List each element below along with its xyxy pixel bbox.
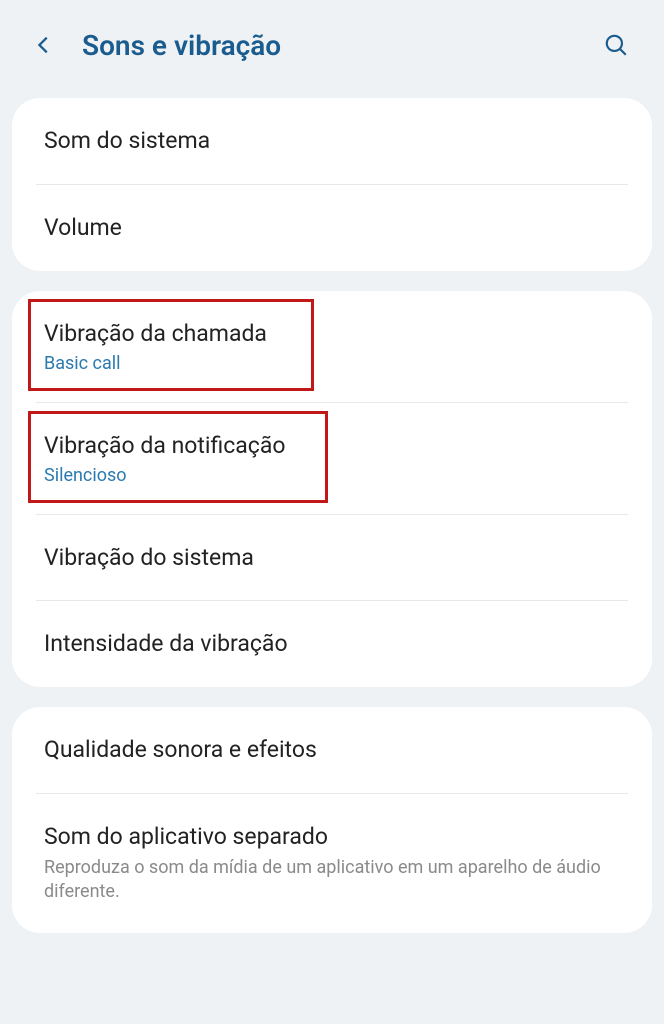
settings-group-system-sound: Som do sistema Volume <box>12 98 652 271</box>
item-title: Vibração da notificação <box>44 431 620 461</box>
settings-group-audio: Qualidade sonora e efeitos Som do aplica… <box>12 707 652 932</box>
item-subtitle: Silencioso <box>44 465 620 486</box>
item-system-sound[interactable]: Som do sistema <box>12 98 652 184</box>
item-call-vibration[interactable]: Vibração da chamada Basic call <box>12 291 652 402</box>
item-vibration-intensity[interactable]: Intensidade da vibração <box>12 601 652 687</box>
item-volume[interactable]: Volume <box>12 185 652 271</box>
page-title: Sons e vibração <box>82 29 598 62</box>
item-title: Volume <box>44 213 620 243</box>
item-notification-vibration[interactable]: Vibração da notificação Silencioso <box>12 403 652 514</box>
item-title: Som do aplicativo separado <box>44 822 620 852</box>
item-system-vibration[interactable]: Vibração do sistema <box>12 515 652 601</box>
item-separate-app-sound[interactable]: Som do aplicativo separado Reproduza o s… <box>12 794 652 932</box>
item-subtitle: Basic call <box>44 353 620 374</box>
item-title: Vibração do sistema <box>44 543 620 573</box>
back-button[interactable] <box>28 29 60 61</box>
item-sound-quality[interactable]: Qualidade sonora e efeitos <box>12 707 652 793</box>
chevron-left-icon <box>33 34 55 56</box>
item-title: Intensidade da vibração <box>44 629 620 659</box>
item-description: Reproduza o som da mídia de um aplicativ… <box>44 856 620 905</box>
search-button[interactable] <box>598 27 634 63</box>
header: Sons e vibração <box>0 0 664 90</box>
settings-group-vibration: Vibração da chamada Basic call Vibração … <box>12 291 652 688</box>
item-title: Qualidade sonora e efeitos <box>44 735 620 765</box>
search-icon <box>603 32 629 58</box>
item-title: Vibração da chamada <box>44 319 620 349</box>
item-title: Som do sistema <box>44 126 620 156</box>
